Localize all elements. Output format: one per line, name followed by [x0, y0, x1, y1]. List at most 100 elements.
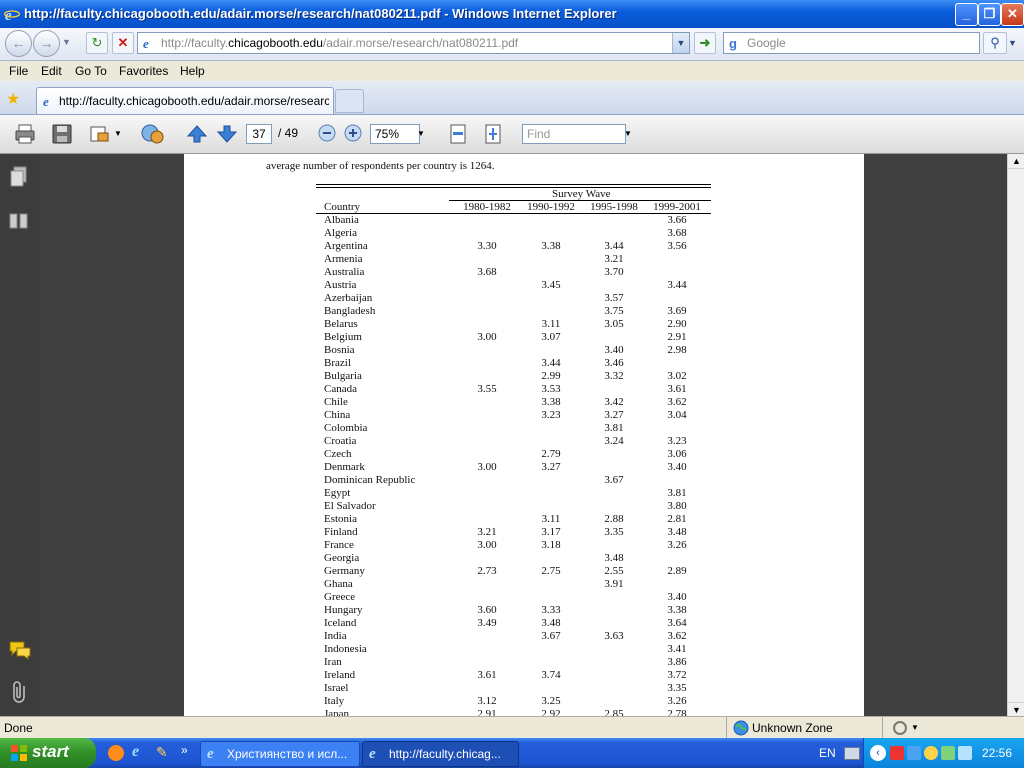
table-country-cell: India: [324, 630, 347, 642]
tray-app-icon[interactable]: [890, 746, 904, 760]
history-dropdown-icon[interactable]: ▼: [62, 37, 71, 47]
search-options-icon[interactable]: ▼: [1008, 38, 1017, 48]
table-value-cell: 3.38: [541, 240, 561, 252]
back-button[interactable]: ←: [5, 30, 32, 57]
table-country-cell: Greece: [324, 591, 356, 603]
vertical-scrollbar[interactable]: ▲ ▼: [1007, 154, 1024, 716]
table-value-cell: 3.62: [667, 630, 687, 642]
taskbar-item-1[interactable]: e Християнство и исл...: [200, 741, 360, 767]
table-country-cell: Belarus: [324, 318, 358, 330]
scroll-down-icon[interactable]: ▼: [1008, 702, 1024, 717]
table-country-cell: Bangladesh: [324, 305, 376, 317]
tray-volume-icon[interactable]: [958, 746, 972, 760]
search-input[interactable]: g Google: [723, 32, 980, 54]
zoom-out-icon[interactable]: [318, 124, 336, 142]
ie-quicklaunch-icon[interactable]: e: [132, 743, 139, 761]
table-value-cell: 3.27: [541, 461, 561, 473]
menu-favorites[interactable]: Favorites: [119, 64, 168, 78]
tray-messenger-icon[interactable]: [924, 746, 938, 760]
firefox-quicklaunch-icon[interactable]: [108, 745, 124, 761]
table-country-cell: Iceland: [324, 617, 357, 629]
pdf-viewer[interactable]: average number of respondents per countr…: [40, 154, 1007, 716]
maximize-button[interactable]: ❐: [978, 3, 1001, 26]
survey-wave-header: Survey Wave: [552, 188, 611, 200]
table-country-cell: Denmark: [324, 461, 365, 473]
print-icon[interactable]: [14, 123, 36, 145]
table-country-cell: Japan: [324, 708, 350, 716]
stop-icon: ✕: [117, 35, 129, 50]
save-icon[interactable]: [51, 123, 73, 145]
table-country-cell: Australia: [324, 266, 365, 278]
tray-security-icon[interactable]: [941, 746, 955, 760]
zoom-dropdown-icon[interactable]: ▼: [417, 129, 425, 138]
table-value-cell: 3.86: [667, 656, 687, 668]
refresh-button[interactable]: ↻: [86, 32, 108, 54]
table-country-cell: Hungary: [324, 604, 363, 616]
back-arrow-icon: ←: [11, 35, 26, 51]
menu-help[interactable]: Help: [180, 64, 205, 78]
bookmarks-icon[interactable]: [8, 210, 30, 230]
tab-pdf-document[interactable]: e http://faculty.chicagobooth.edu/adair.…: [36, 87, 334, 114]
table-value-cell: 3.62: [667, 396, 687, 408]
favorites-star-icon[interactable]: ★: [6, 89, 20, 109]
table-country-cell: Azerbaijan: [324, 292, 373, 304]
protected-mode-icon[interactable]: [892, 720, 908, 736]
search-button[interactable]: ⚲: [983, 32, 1007, 54]
scroll-up-icon[interactable]: ▲: [1008, 154, 1024, 169]
menu-file[interactable]: File: [9, 64, 28, 78]
fit-width-icon[interactable]: [447, 123, 469, 145]
taskbar-item-2[interactable]: e http://faculty.chicag...: [362, 741, 519, 767]
language-indicator[interactable]: EN: [819, 746, 836, 760]
address-dropdown-icon[interactable]: ▼: [672, 33, 689, 53]
menu-edit[interactable]: Edit: [41, 64, 62, 78]
menu-go-to[interactable]: Go To: [75, 64, 107, 78]
table-value-cell: 3.27: [604, 409, 624, 421]
next-page-icon[interactable]: [216, 123, 238, 145]
keyboard-icon[interactable]: [844, 747, 860, 760]
email-page-icon[interactable]: [88, 123, 110, 145]
table-country-cell: Ireland: [324, 669, 356, 681]
start-button[interactable]: start: [0, 738, 96, 768]
go-button[interactable]: ➜: [694, 32, 716, 54]
table-value-cell: 2.73: [477, 565, 497, 577]
table-value-cell: 2.91: [667, 331, 687, 343]
address-input[interactable]: e http://faculty.chicagobooth.edu/adair.…: [137, 32, 690, 54]
page-number-input[interactable]: 37: [246, 124, 272, 144]
new-tab-button[interactable]: [335, 89, 364, 113]
forward-button[interactable]: →: [33, 30, 60, 57]
comments-icon[interactable]: [8, 640, 32, 660]
close-button[interactable]: ✕: [1001, 3, 1024, 26]
zoom-in-icon[interactable]: [344, 124, 362, 142]
table-value-cell: 3.74: [541, 669, 561, 681]
minimize-button[interactable]: _: [955, 3, 978, 26]
app-quicklaunch-icon[interactable]: ✎: [156, 744, 168, 761]
email-dropdown-icon[interactable]: ▼: [114, 129, 122, 138]
page-thumbnails-icon[interactable]: [9, 166, 29, 188]
table-value-cell: 3.44: [604, 240, 624, 252]
table-value-cell: 3.00: [477, 461, 497, 473]
table-value-cell: 3.06: [667, 448, 687, 460]
find-dropdown-icon[interactable]: ▼: [624, 129, 632, 138]
intro-text: average number of respondents per countr…: [266, 160, 495, 172]
table-value-cell: 3.53: [541, 383, 561, 395]
previous-page-icon[interactable]: [186, 123, 208, 145]
tray-network-icon[interactable]: [907, 746, 921, 760]
attachments-icon[interactable]: [10, 680, 30, 704]
collaborate-icon[interactable]: [140, 123, 166, 145]
table-value-cell: 3.68: [667, 227, 687, 239]
quicklaunch-overflow-icon[interactable]: »: [181, 743, 188, 757]
table-value-cell: 2.85: [604, 708, 624, 716]
fit-page-icon[interactable]: [482, 123, 504, 145]
table-country-cell: Bosnia: [324, 344, 355, 356]
refresh-icon: ↻: [91, 35, 103, 50]
zone-dropdown-icon[interactable]: ▼: [911, 723, 919, 732]
table-country-cell: Albania: [324, 214, 359, 226]
stop-button[interactable]: ✕: [112, 32, 134, 54]
table-value-cell: 3.21: [477, 526, 497, 538]
zoom-level-select[interactable]: 75%: [370, 124, 420, 144]
address-toolbar: ← → ▼ ↻ ✕ e http://faculty.chicagobooth.…: [0, 28, 1024, 61]
find-input[interactable]: Find: [522, 124, 626, 144]
taskbar-ie-icon: e: [369, 746, 376, 762]
table-value-cell: 3.80: [667, 500, 687, 512]
tray-expand-icon[interactable]: ‹: [870, 745, 886, 761]
